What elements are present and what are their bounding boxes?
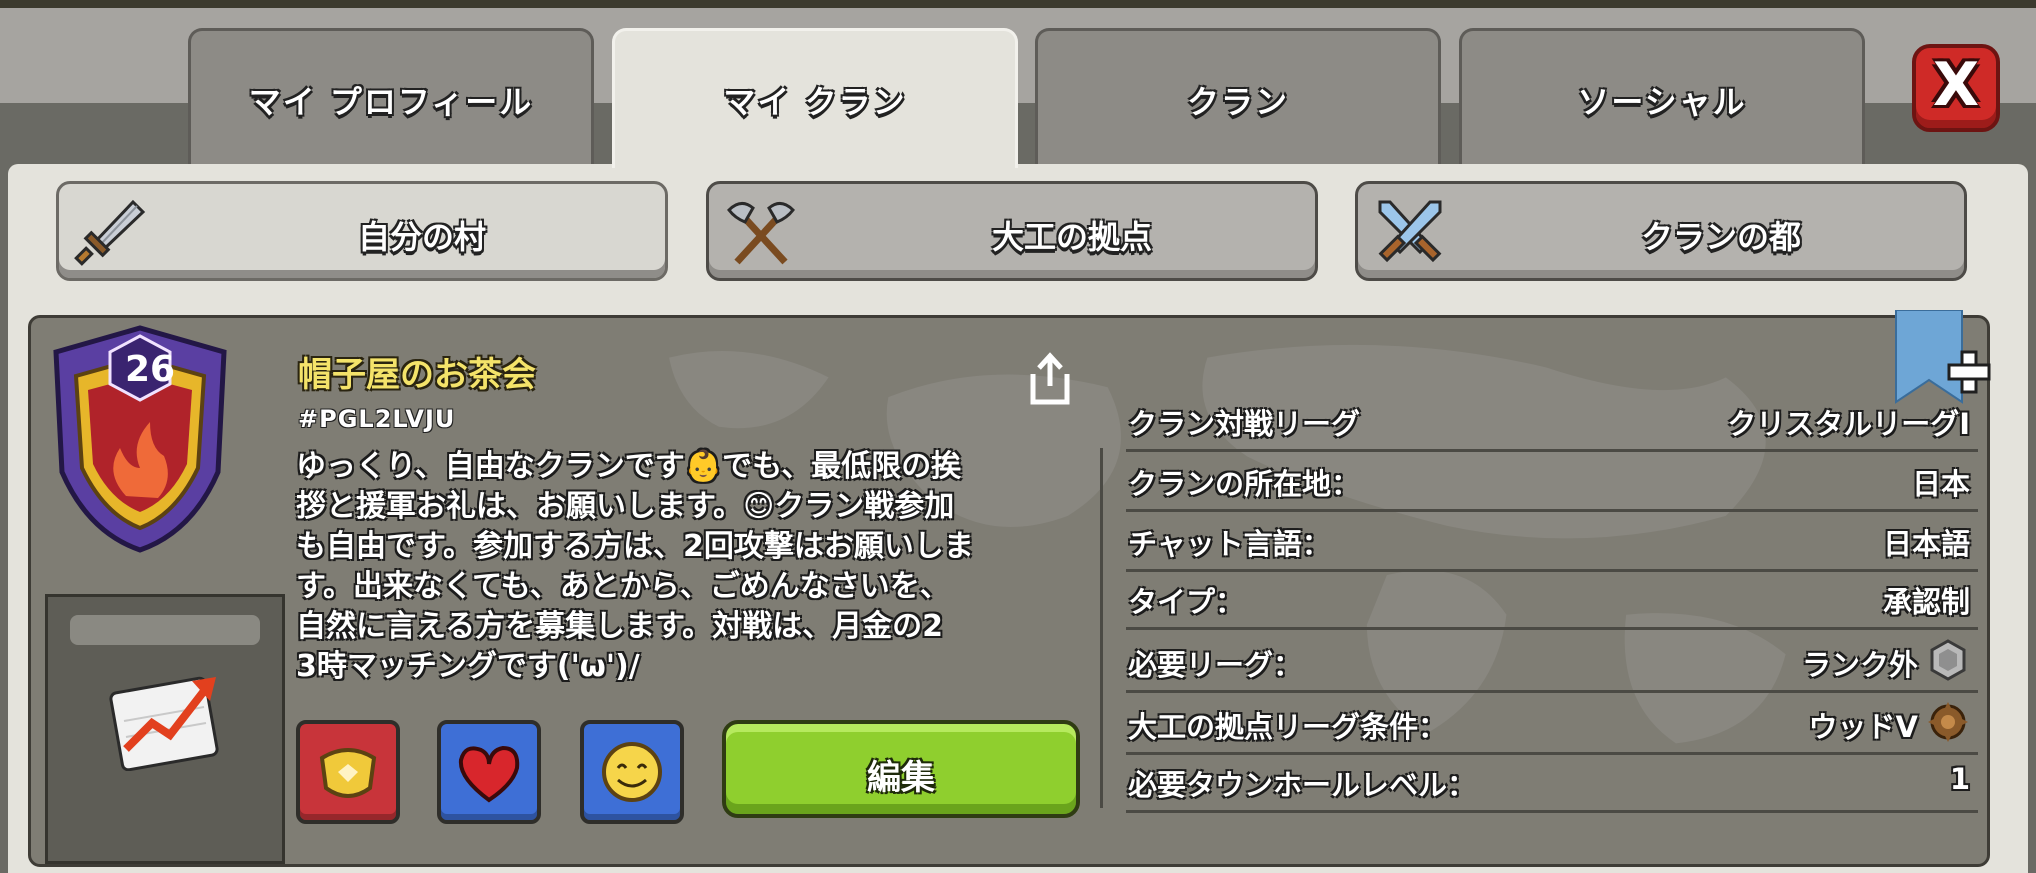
info-label: 必要リーグ： (1128, 648, 1303, 682)
info-value: 日本語 (1882, 527, 1970, 561)
share-icon[interactable] (1027, 350, 1073, 406)
close-button[interactable]: X (1912, 44, 2000, 132)
info-value: クリスタルリーグI (1727, 407, 1970, 441)
sword-icon (74, 199, 146, 266)
info-value: 日本 (1911, 467, 1970, 501)
tab-label: クラン (1186, 83, 1289, 121)
info-row-type: タイプ： 承認制 (1126, 569, 1978, 630)
tab-label: マイ クラン (723, 83, 907, 121)
info-row-town-hall-level: 必要タウンホールレベル： 1 (1126, 752, 1978, 813)
info-row-war-league: クラン対戦リーグ クリスタルリーグI (1126, 391, 1978, 452)
clan-perks-button[interactable] (437, 720, 541, 824)
wood-league-icon (1928, 702, 1968, 742)
info-value: ランク外 (1801, 648, 1918, 682)
info-row-required-league: 必要リーグ： ランク外 (1126, 632, 1978, 693)
unranked-league-icon (1930, 639, 1966, 681)
side-scroll-track (70, 615, 260, 645)
subtab-builder-base[interactable]: 大工の拠点 (706, 181, 1318, 281)
tab-label: ソーシャル (1577, 83, 1747, 121)
edit-button-label: 編集 (867, 758, 935, 798)
tab-social[interactable]: ソーシャル (1459, 28, 1865, 166)
heart-icon (458, 745, 520, 803)
clan-description: ゆっくり、自由なクランです👶でも、最低限の挨 拶と援軍お礼は、お願いします。😊ク… (296, 449, 974, 684)
clan-tag: #PGL2LVJU (298, 405, 456, 433)
smiley-face-icon (602, 742, 662, 802)
info-row-chat-language: チャット言語： 日本語 (1126, 511, 1978, 572)
tab-label: マイ プロフィール (248, 83, 534, 121)
clan-name: 帽子屋のお茶会 (298, 355, 536, 395)
close-icon: X (1932, 50, 1980, 120)
info-label: クラン対戦リーグ (1128, 407, 1361, 441)
tab-my-profile[interactable]: マイ プロフィール (188, 28, 594, 166)
tab-my-clan[interactable]: マイ クラン (612, 28, 1018, 168)
info-divider (1100, 448, 1103, 808)
info-label: チャット言語： (1128, 527, 1331, 561)
info-label: タイプ： (1128, 585, 1245, 619)
info-value: ウッドV (1808, 710, 1918, 744)
info-label: クランの所在地： (1128, 467, 1361, 501)
war-league-emblem-icon (319, 748, 377, 798)
info-row-location: クランの所在地： 日本 (1126, 451, 1978, 512)
tab-clan[interactable]: クラン (1035, 28, 1441, 166)
clan-emotes-button[interactable] (580, 720, 684, 824)
edit-button[interactable]: 編集 (722, 720, 1080, 818)
side-column (45, 594, 285, 864)
info-label: 必要タウンホールレベル： (1128, 768, 1477, 802)
info-row-builder-league: 大工の拠点リーグ条件： ウッドV (1126, 694, 1978, 755)
subtab-label: 自分の村 (357, 218, 486, 256)
info-label: 大工の拠点リーグ条件： (1128, 710, 1448, 744)
clan-war-league-button[interactable] (296, 720, 400, 824)
clan-level: 26 (124, 349, 176, 390)
subtab-home-village[interactable]: 自分の村 (56, 181, 668, 281)
subtab-label: 大工の拠点 (991, 218, 1152, 256)
crossed-axes-icon (727, 202, 795, 265)
subtab-label: クランの都 (1640, 218, 1801, 256)
info-value: 1 (1949, 762, 1970, 796)
crossed-swords-icon (1378, 200, 1442, 263)
info-value: 承認制 (1882, 585, 1970, 619)
subtab-clan-capital[interactable]: クランの都 (1355, 181, 1967, 281)
clan-progress-chart-icon[interactable] (108, 661, 228, 771)
